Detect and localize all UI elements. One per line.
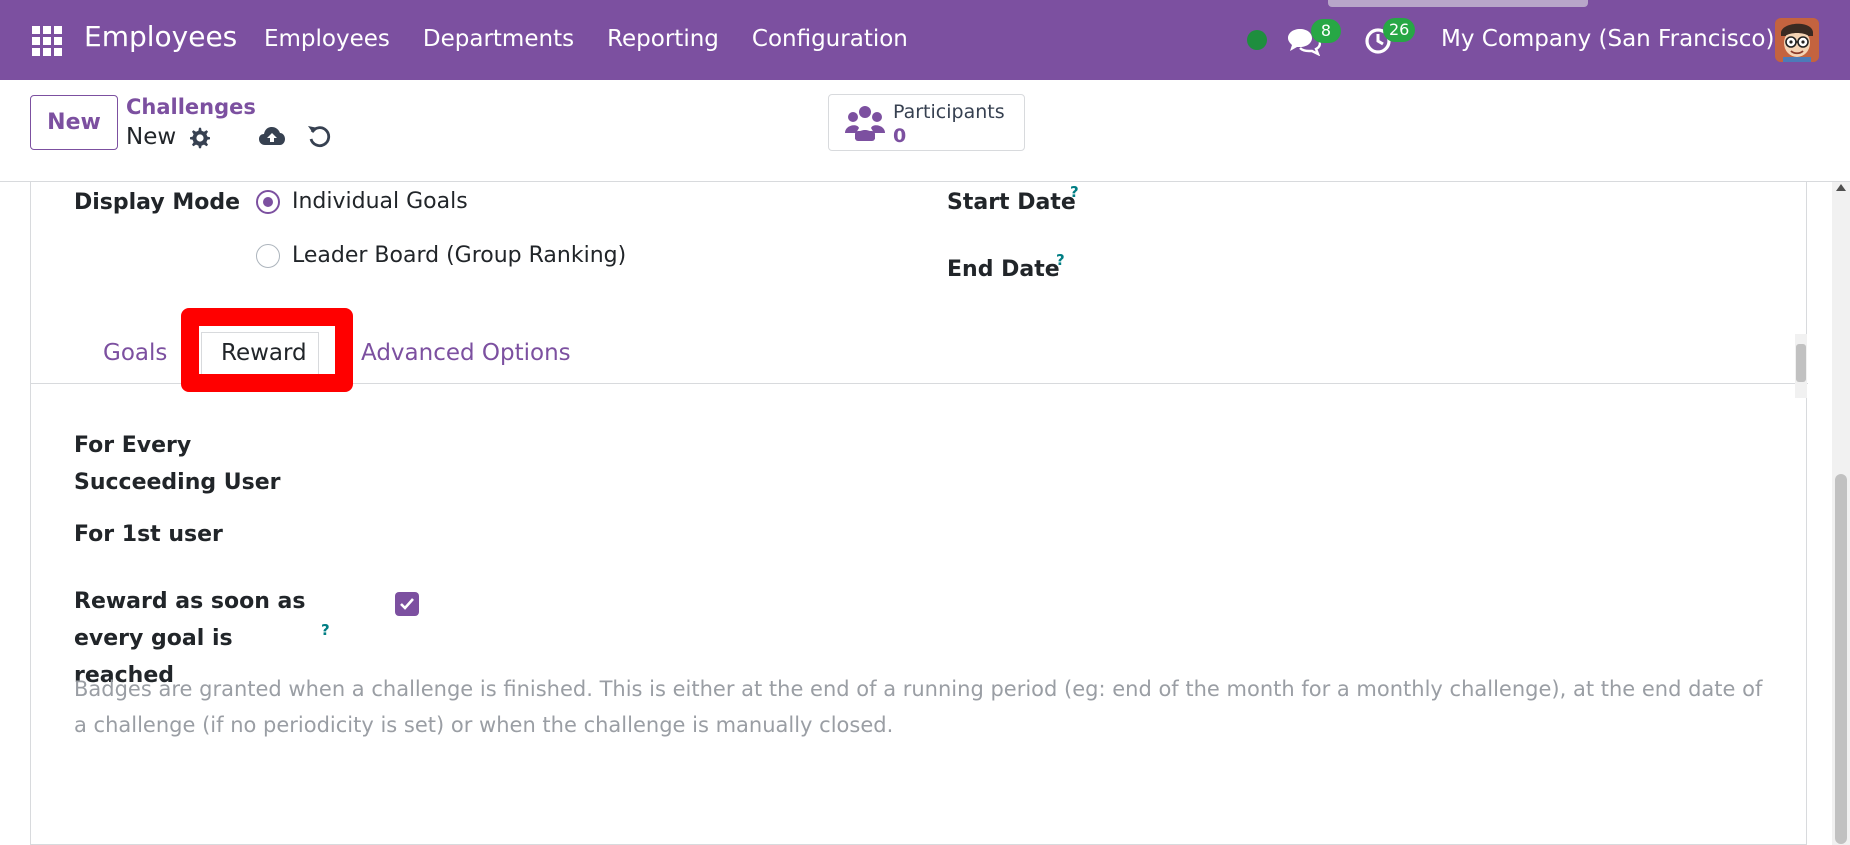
discard-undo-icon[interactable]	[306, 123, 332, 149]
radio-individual-goals[interactable]	[256, 190, 280, 214]
apps-grid-icon[interactable]	[32, 26, 62, 56]
first-user-label: For 1st user	[74, 522, 223, 547]
check-icon	[400, 598, 414, 610]
page-scrollbar[interactable]	[1832, 182, 1850, 845]
participants-smart-button[interactable]: Participants 0	[828, 94, 1025, 151]
notebook-tabs: Goals Reward Advanced Options	[31, 308, 1808, 392]
user-avatar[interactable]	[1775, 18, 1819, 62]
new-button[interactable]: New	[30, 95, 118, 150]
tab-advanced-options[interactable]: Advanced Options	[361, 340, 571, 366]
messages-count-badge: 8	[1311, 19, 1341, 43]
breadcrumb-challenges[interactable]: Challenges	[126, 95, 256, 119]
radio-individual-goals-label[interactable]: Individual Goals	[292, 189, 468, 214]
control-panel: New Challenges New Participants 0	[0, 80, 1850, 182]
inner-scroll-thumb[interactable]	[1796, 344, 1806, 382]
menu-departments[interactable]: Departments	[423, 26, 574, 52]
tab-goals[interactable]: Goals	[103, 340, 167, 366]
inner-scrollbar[interactable]	[1795, 334, 1807, 398]
reward-realtime-checkbox[interactable]	[395, 592, 419, 616]
participants-count: 0	[893, 125, 907, 147]
form-sheet: Display Mode Individual Goals Leader Boa…	[30, 182, 1808, 845]
start-date-label: Start Date	[947, 190, 1076, 215]
end-date-help-icon[interactable]: ?	[1056, 251, 1065, 269]
gear-icon[interactable]	[188, 126, 212, 150]
main-menu: Employees Departments Reporting Configur…	[264, 26, 941, 52]
top-navbar: Employees Employees Departments Reportin…	[0, 0, 1850, 80]
company-switcher[interactable]: My Company (San Francisco)	[1441, 26, 1774, 52]
scroll-up-arrow-icon[interactable]	[1836, 184, 1846, 191]
menu-configuration[interactable]: Configuration	[752, 26, 908, 52]
reward-realtime-help-icon[interactable]: ?	[321, 621, 330, 639]
menu-reporting[interactable]: Reporting	[607, 26, 719, 52]
participants-label: Participants	[893, 101, 1005, 123]
reward-tab-highlight	[181, 308, 353, 392]
menu-employees[interactable]: Employees	[264, 26, 390, 52]
app-brand[interactable]: Employees	[84, 20, 237, 53]
every-succeeding-user-label: For Every Succeeding User	[74, 433, 281, 495]
browser-tab-ghost	[1328, 0, 1588, 7]
record-title: New	[126, 124, 177, 150]
end-date-label: End Date	[947, 257, 1060, 282]
cloud-save-icon[interactable]	[258, 124, 286, 148]
start-date-help-icon[interactable]: ?	[1070, 183, 1079, 201]
display-mode-label: Display Mode	[74, 190, 241, 215]
activities-count-badge: 26	[1383, 18, 1416, 42]
radio-leader-board-label[interactable]: Leader Board (Group Ranking)	[292, 243, 626, 268]
reward-helper-text: Badges are granted when a challenge is f…	[74, 677, 1763, 737]
page-scroll-thumb[interactable]	[1835, 474, 1847, 844]
presence-status-icon	[1247, 30, 1267, 50]
radio-leader-board[interactable]	[256, 244, 280, 268]
users-icon	[845, 106, 885, 141]
